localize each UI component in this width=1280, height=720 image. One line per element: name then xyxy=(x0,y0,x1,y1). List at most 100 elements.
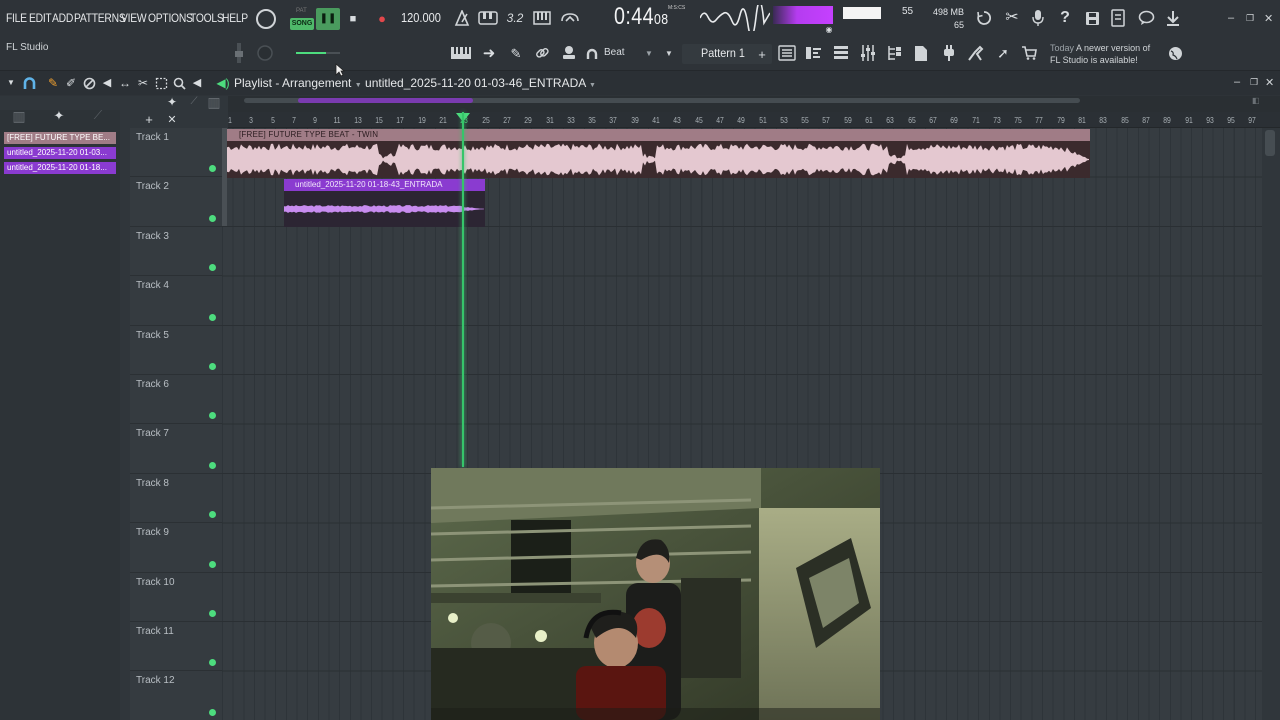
picker-item[interactable]: [FREE] FUTURE TYPE BE... xyxy=(4,132,116,144)
menu-options[interactable]: OPTIONS xyxy=(148,11,193,25)
piano-keyboard-icon[interactable] xyxy=(450,45,472,61)
title-dropdown-icon[interactable]: ▼ xyxy=(355,82,362,89)
step-edit-icon[interactable] xyxy=(532,9,552,27)
paint-tool-icon[interactable]: ✐ xyxy=(64,76,78,90)
track-header[interactable]: Track 9 xyxy=(130,523,222,573)
playback-tool-icon[interactable]: ◀ xyxy=(190,76,204,90)
magnet-snap-icon[interactable] xyxy=(586,48,598,60)
song-mode-button[interactable]: SONG xyxy=(290,18,314,30)
shop-cart-icon[interactable] xyxy=(1020,45,1038,61)
pattern-mode-label[interactable]: PAT xyxy=(296,8,307,14)
menu-edit[interactable]: EDIT xyxy=(29,11,52,25)
picker-item[interactable]: untitled_2025-11-20 01-18... xyxy=(4,162,116,174)
picker-audio-icon[interactable]: ✦ xyxy=(50,108,68,122)
draw-tool-icon[interactable]: ✎ xyxy=(46,76,60,90)
track-mute-led[interactable] xyxy=(209,560,216,568)
snap-select[interactable]: Beat xyxy=(604,47,625,58)
menu-patterns[interactable]: PATTERNS xyxy=(74,11,126,25)
track-mute-led[interactable] xyxy=(209,362,216,370)
track-header[interactable]: Track 10 xyxy=(130,573,222,622)
zoom-tool-icon[interactable] xyxy=(172,76,186,90)
chat-icon[interactable] xyxy=(1137,9,1155,27)
pattern-name[interactable]: Pattern 1 xyxy=(701,46,745,60)
snap-dropdown-icon[interactable]: ▼ xyxy=(644,50,654,58)
picker-item[interactable]: untitled_2025-11-20 01-03... xyxy=(4,147,116,159)
track-header[interactable]: Track 12 xyxy=(130,671,222,720)
picker-automation-icon[interactable]: ⟋ xyxy=(90,108,106,122)
horizontal-zoom-icon[interactable]: ✦ xyxy=(164,95,180,109)
undo-history-icon[interactable] xyxy=(975,9,993,27)
mute-tool-icon[interactable]: ◀ xyxy=(100,76,114,90)
menu-help[interactable]: HELP xyxy=(222,11,248,25)
magnet-icon[interactable] xyxy=(22,76,36,90)
menu-add[interactable]: ADD xyxy=(52,11,73,25)
link-icon[interactable] xyxy=(534,45,550,61)
playlist-menu-arrow-icon[interactable]: ▼ xyxy=(6,78,16,88)
vertical-scrollbar[interactable] xyxy=(1262,128,1280,720)
globe-icon[interactable] xyxy=(1167,45,1183,61)
track-mute-led[interactable] xyxy=(209,412,216,420)
playhead-line[interactable] xyxy=(462,112,464,467)
minimize-icon[interactable]: – xyxy=(1228,12,1234,24)
help-icon[interactable]: ? xyxy=(1057,9,1073,27)
track-mute-led[interactable] xyxy=(209,511,216,519)
browser-icon[interactable] xyxy=(886,44,904,62)
playlist-restore-icon[interactable]: ❐ xyxy=(1250,77,1258,88)
tracks-tool-icon[interactable]: ⟋ xyxy=(187,96,201,108)
track-header[interactable]: Track 2 xyxy=(130,177,222,227)
slip-tool-icon[interactable]: ↔ xyxy=(118,76,132,90)
remove-icon[interactable]: ✕ xyxy=(166,114,178,126)
scroll-selection-range[interactable] xyxy=(298,98,473,103)
cut-icon[interactable]: ✂ xyxy=(1003,9,1021,27)
performance-icon[interactable] xyxy=(966,44,984,62)
add-track-icon[interactable]: + xyxy=(143,113,155,126)
stamp-icon[interactable] xyxy=(560,44,578,62)
metronome-icon[interactable] xyxy=(452,9,472,27)
restore-icon[interactable]: ❐ xyxy=(1246,13,1254,24)
record-icon[interactable]: ● xyxy=(375,11,389,25)
track-header[interactable]: Track 4 xyxy=(130,276,222,326)
pattern-dropdown-icon[interactable]: ▼ xyxy=(664,50,674,58)
scroll-end-icon[interactable]: ◧ xyxy=(1252,96,1262,106)
tracks-grid-icon[interactable]: ▥ xyxy=(207,95,221,109)
loop-record-icon[interactable] xyxy=(560,9,580,27)
track-mute-led[interactable] xyxy=(209,461,216,469)
main-pitch-knob-icon[interactable] xyxy=(256,44,274,62)
speaker-icon[interactable]: ◀) xyxy=(216,76,230,90)
track-header[interactable]: Track 6 xyxy=(130,375,222,425)
news-panel[interactable]: Today A newer version of FL Studio is ava… xyxy=(1050,42,1150,66)
wait-for-input-icon[interactable] xyxy=(478,9,498,27)
audio-clip[interactable]: untitled_2025-11-20 01-18-43_ENTRADA xyxy=(284,179,485,227)
track-header[interactable]: Track 8 xyxy=(130,474,222,524)
master-volume-slider[interactable] xyxy=(296,50,340,56)
stop-icon[interactable]: ■ xyxy=(346,12,360,26)
menu-file[interactable]: FILE xyxy=(6,11,27,25)
picker-grid-icon[interactable]: ▥ xyxy=(12,109,26,123)
tempo-display[interactable]: 120.000 xyxy=(401,10,441,25)
track-mute-led[interactable] xyxy=(209,264,216,272)
playlist-icon[interactable] xyxy=(778,45,796,61)
file-dropdown-icon[interactable]: ▼ xyxy=(589,82,596,89)
microphone-icon[interactable] xyxy=(1031,8,1045,28)
track-header[interactable]: Track 5 xyxy=(130,326,222,375)
pen-icon[interactable]: ✎ xyxy=(508,45,524,61)
track-mute-led[interactable] xyxy=(209,214,216,222)
plugin-plug-icon[interactable] xyxy=(940,44,958,62)
track-mute-led[interactable] xyxy=(209,165,216,173)
menu-view[interactable]: VIEW xyxy=(121,11,147,25)
track-header[interactable]: Track 3 xyxy=(130,227,222,277)
clip-header[interactable]: [FREE] FUTURE TYPE BEAT - TWIN xyxy=(227,129,1090,141)
audio-clip[interactable]: [FREE] FUTURE TYPE BEAT - TWIN xyxy=(227,129,1090,178)
slice-tool-icon[interactable]: ✂ xyxy=(136,76,150,90)
track-header[interactable]: Track 11 xyxy=(130,622,222,672)
select-tool-icon[interactable] xyxy=(154,76,168,90)
delete-tool-icon[interactable] xyxy=(82,76,96,90)
track-mute-led[interactable] xyxy=(209,313,216,321)
master-pitch-bar[interactable] xyxy=(843,7,881,19)
project-file-icon[interactable] xyxy=(913,44,929,62)
track-mute-led[interactable] xyxy=(209,609,216,617)
render-icon[interactable] xyxy=(1110,8,1126,28)
track-header[interactable]: Track 7 xyxy=(130,424,222,474)
channel-rack-icon[interactable] xyxy=(832,45,850,61)
clip-header[interactable]: untitled_2025-11-20 01-18-43_ENTRADA xyxy=(284,179,485,191)
